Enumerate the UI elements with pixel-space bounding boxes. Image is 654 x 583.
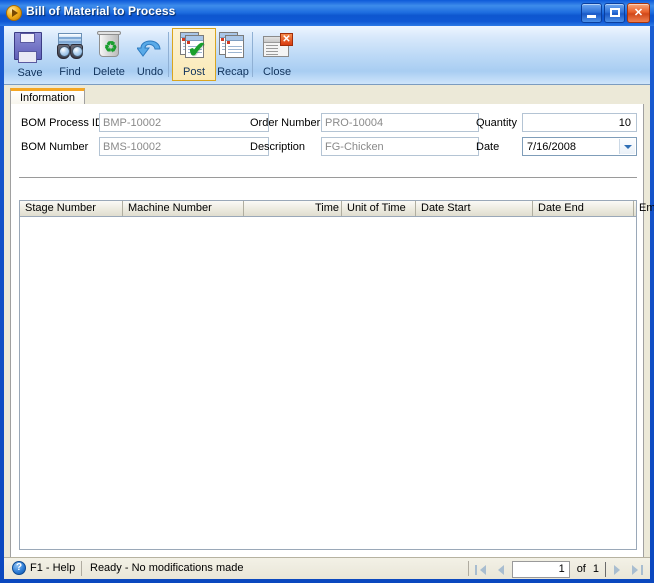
maximize-button[interactable] <box>604 3 625 23</box>
toolbar-label-close: Close <box>262 66 292 78</box>
previous-record-icon[interactable] <box>492 561 510 578</box>
stage-grid[interactable]: Stage Number Machine Number Time Unit of… <box>19 200 654 550</box>
label-quantity: Quantity <box>476 117 517 129</box>
label-description: Description <box>250 141 306 153</box>
record-total: 1 <box>592 563 599 575</box>
toolbar-label-post: Post <box>182 66 205 78</box>
combo-date[interactable]: 7/16/2008 <box>522 137 637 156</box>
input-description[interactable] <box>321 137 479 156</box>
question-circle-icon: ? <box>12 561 26 575</box>
toolbar-button-recap[interactable]: Recap <box>211 28 255 81</box>
play-circle-icon <box>6 5 22 21</box>
toolbar-separator-2 <box>252 32 253 77</box>
window-title: Bill of Material to Process <box>26 4 176 18</box>
input-bom-number[interactable] <box>99 137 269 156</box>
status-message: Ready - No modifications made <box>90 562 244 574</box>
document-check-icon: ✔ <box>178 31 210 63</box>
window-controls: ✕ <box>581 3 650 23</box>
tab-information[interactable]: Information <box>10 88 86 105</box>
toolbar-label-undo: Undo <box>136 66 164 78</box>
client-area: Save Find ♻ Delete Undo ✔ Post Recap ✕ C… <box>4 26 654 579</box>
combo-date-value: 7/16/2008 <box>527 141 576 153</box>
label-date: Date <box>476 141 500 153</box>
toolbar-label-save: Save <box>17 67 43 79</box>
trash-recycle-icon: ♻ <box>93 31 125 63</box>
grid-column-date-end[interactable]: Date End <box>533 201 634 216</box>
grid-body[interactable] <box>20 217 636 549</box>
grid-column-date-start[interactable]: Date Start <box>416 201 533 216</box>
information-panel: BOM Process ID BOM Number Order Number D… <box>10 104 654 562</box>
toolbar-button-save[interactable]: Save <box>8 28 52 81</box>
toolbar-separator-1 <box>168 32 169 77</box>
status-bar: ? F1 - Help Ready - No modifications mad… <box>4 557 650 579</box>
grid-column-machine-number[interactable]: Machine Number <box>123 201 244 216</box>
grid-column-time[interactable]: Time <box>244 201 342 216</box>
grid-column-unit-of-time[interactable]: Unit of Time <box>342 201 416 216</box>
status-divider-2 <box>468 561 469 576</box>
toolbar-button-close[interactable]: ✕ Close <box>255 28 299 81</box>
toolbar-button-undo[interactable]: Undo <box>128 28 172 81</box>
close-button[interactable]: ✕ <box>627 3 650 23</box>
minimize-button[interactable] <box>581 3 602 23</box>
current-record-input[interactable] <box>511 560 570 578</box>
grid-column-employee-id[interactable]: Employee ID <box>634 201 654 216</box>
toolbar-label-find: Find <box>59 66 81 78</box>
toolbar: Save Find ♻ Delete Undo ✔ Post Recap ✕ C… <box>4 26 650 85</box>
input-order-number[interactable] <box>321 113 479 132</box>
next-record-icon[interactable] <box>608 561 626 578</box>
label-order-number: Order Number <box>250 117 321 129</box>
toolbar-label-delete: Delete <box>93 66 125 78</box>
application-window: Bill of Material to Process ✕ Save Find … <box>0 0 654 583</box>
nav-divider <box>605 561 606 577</box>
floppy-disk-icon <box>14 32 46 64</box>
record-of-label: of <box>576 563 586 575</box>
toolbar-button-delete[interactable]: ♻ Delete <box>87 28 131 81</box>
toolbar-label-recap: Recap <box>217 66 249 78</box>
help-label: F1 - Help <box>30 562 76 574</box>
status-divider-1 <box>81 561 82 576</box>
chevron-down-icon[interactable] <box>619 139 635 154</box>
label-bom-process-id: BOM Process ID <box>21 117 103 129</box>
binoculars-icon <box>54 31 86 63</box>
panel-divider <box>19 177 637 178</box>
input-bom-process-id[interactable] <box>99 113 269 132</box>
label-bom-number: BOM Number <box>21 141 89 153</box>
undo-arrow-icon <box>134 31 166 63</box>
help-button[interactable]: ? F1 - Help <box>12 561 75 575</box>
grid-header-row: Stage Number Machine Number Time Unit of… <box>20 201 654 217</box>
window-close-icon: ✕ <box>261 31 293 63</box>
title-bar: Bill of Material to Process ✕ <box>0 0 654 26</box>
documents-icon <box>217 31 249 63</box>
input-quantity[interactable] <box>522 113 637 132</box>
toolbar-button-find[interactable]: Find <box>48 28 92 81</box>
tab-strip: Information <box>10 88 644 105</box>
first-record-icon[interactable] <box>472 561 490 578</box>
record-navigator: of 1 <box>472 560 646 578</box>
last-record-icon[interactable] <box>628 561 646 578</box>
toolbar-button-post[interactable]: ✔ Post <box>172 28 216 81</box>
grid-column-stage-number[interactable]: Stage Number <box>20 201 123 216</box>
